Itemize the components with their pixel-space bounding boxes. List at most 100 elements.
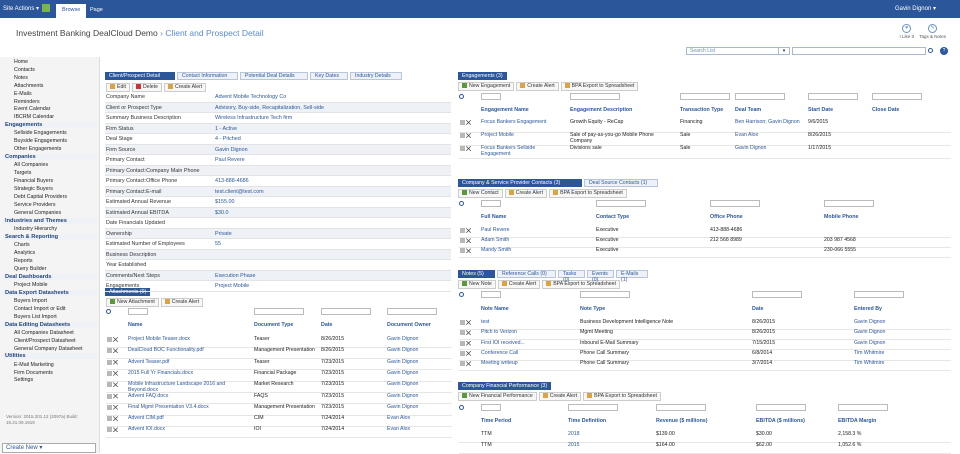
edit-button[interactable]: Edit xyxy=(106,83,130,92)
engagements-export-button[interactable]: BPA Export to Spreadsheet xyxy=(560,82,639,91)
attachments-cell[interactable]: Advent FAQ.docx xyxy=(128,393,250,400)
contacts-cell[interactable]: Adam Smith xyxy=(481,238,592,244)
sidebar-item[interactable]: E-Mail Marketing xyxy=(14,362,54,368)
sidebar-section[interactable]: Deal Dashboards xyxy=(3,273,97,280)
row-actions-icon[interactable] xyxy=(460,228,471,234)
sidebar-item[interactable]: All Companies Datasheet xyxy=(14,330,74,336)
attachments-col-header[interactable]: Document Owner xyxy=(387,322,431,328)
sidebar-item[interactable]: Notes xyxy=(14,75,28,81)
attachments-cell[interactable]: Gavin Dignon xyxy=(387,370,437,377)
field-value[interactable]: $155.00 xyxy=(215,197,235,207)
tab-browse[interactable]: Browse xyxy=(56,4,87,18)
tab-notes-3[interactable]: Events (0) xyxy=(587,270,614,283)
tab-notes-2[interactable]: Tasks (0) xyxy=(558,270,585,283)
financial-export-button[interactable]: BPA Export to Spreadsheet xyxy=(583,392,661,401)
row-actions-icon[interactable] xyxy=(107,382,118,388)
attachments-cell[interactable]: Gavin Dignon xyxy=(387,404,437,411)
engagements-col-header[interactable]: Close Date xyxy=(872,107,899,113)
sidebar-item[interactable]: Analytics xyxy=(14,250,35,256)
filter-input[interactable] xyxy=(656,404,706,411)
engagements-cell[interactable]: Focus Bankers Sellside Engagement xyxy=(481,145,566,157)
notes-cell[interactable]: Gavin Dignon xyxy=(854,330,904,336)
field-value[interactable]: Project Mobile xyxy=(215,281,249,291)
attachments-cell[interactable]: Gavin Dignon xyxy=(387,336,437,343)
sidebar-item[interactable]: Buyside Engagements xyxy=(14,138,67,144)
delete-button[interactable]: Delete xyxy=(131,83,162,92)
search-icon[interactable] xyxy=(928,48,933,53)
attachments-create-alert-button[interactable]: Create Alert xyxy=(160,298,204,307)
engagements-col-header[interactable]: Engagement Name xyxy=(481,107,529,113)
engagements-col-header[interactable]: Engagement Description xyxy=(570,107,632,113)
filter-search-icon[interactable] xyxy=(459,405,464,410)
row-actions-icon[interactable] xyxy=(460,320,471,326)
notes-cell[interactable]: Conference Call xyxy=(481,350,576,357)
create-alert-button[interactable]: Create Alert xyxy=(163,83,207,92)
row-actions-icon[interactable] xyxy=(460,361,471,367)
row-actions-icon[interactable] xyxy=(460,330,471,336)
notes-col-header[interactable]: Note Name xyxy=(481,306,509,312)
new-engagement-button[interactable]: New Engagement xyxy=(458,82,515,91)
attachments-cell[interactable]: Advent IOI.docx xyxy=(128,427,250,433)
sidebar-item[interactable]: Contact Import or Edit xyxy=(14,306,66,312)
notes-cell[interactable]: Gavin Dignon xyxy=(854,340,904,347)
financial-create-alert-button[interactable]: Create Alert xyxy=(538,392,582,401)
tab-company-contacts[interactable]: Company & Service Provider Contacts (3) xyxy=(458,179,582,187)
notes-col-header[interactable]: Date xyxy=(752,306,763,312)
tab-detail-1[interactable]: Contact Information xyxy=(177,72,238,80)
row-actions-icon[interactable] xyxy=(107,427,118,433)
filter-input[interactable] xyxy=(568,404,618,411)
field-value[interactable]: Paul Revere xyxy=(215,155,245,165)
help-icon[interactable]: ? xyxy=(940,47,948,55)
filter-input[interactable] xyxy=(824,200,874,207)
field-value[interactable]: 413-888-4686 xyxy=(215,176,249,186)
field-value[interactable]: Advent Mobile Technology Co xyxy=(215,92,286,102)
filter-input[interactable] xyxy=(710,200,760,207)
sidebar-item[interactable]: General Company Datasheet xyxy=(14,346,83,352)
tab-notes-1[interactable]: Reference Calls (0) xyxy=(497,270,556,278)
tab-detail-0[interactable]: Client/Prospect Detail xyxy=(105,72,175,80)
filter-input[interactable] xyxy=(580,291,630,298)
new-attachment-button[interactable]: New Attachment xyxy=(106,298,159,307)
financial-col-header[interactable]: Time Definition xyxy=(568,418,606,424)
attachments-cell[interactable]: Project Mobile Teaser.docx xyxy=(128,336,250,343)
financial-cell[interactable]: 2015 xyxy=(568,442,652,449)
sidebar-section[interactable]: Utilities xyxy=(3,353,97,360)
notes-cell[interactable]: Gavin Dignon xyxy=(854,319,904,326)
field-value[interactable]: Gavin Dignon xyxy=(215,145,248,155)
financial-col-header[interactable]: EBITDA ($ millions) xyxy=(756,418,805,424)
new-note-button[interactable]: New Note xyxy=(458,280,496,289)
sidebar-item[interactable]: Financial Buyers xyxy=(14,178,53,184)
contacts-col-header[interactable]: Contact Type xyxy=(596,214,629,220)
user-menu[interactable]: Gavin Dignon ▾ xyxy=(895,5,936,12)
row-actions-icon[interactable] xyxy=(460,133,471,139)
filter-input[interactable] xyxy=(808,93,858,100)
engagements-col-header[interactable]: Transaction Type xyxy=(680,107,723,113)
sidebar-item[interactable]: Targets xyxy=(14,170,31,176)
attachments-cell[interactable]: Advent Teaser.pdf xyxy=(128,359,250,366)
tags-notes-button[interactable]: ✎ Tags & Notes xyxy=(919,24,946,39)
filter-input[interactable] xyxy=(872,93,922,100)
filter-input[interactable] xyxy=(321,308,371,315)
new-financial-button[interactable]: New Financial Performance xyxy=(458,392,537,401)
filter-input[interactable] xyxy=(752,291,802,298)
filter-input[interactable] xyxy=(756,404,806,411)
notes-col-header[interactable]: Note Type xyxy=(580,306,605,312)
chevron-down-icon[interactable]: ▾ xyxy=(778,47,790,55)
filter-input[interactable] xyxy=(387,308,437,315)
attachments-cell[interactable]: 2015 Full Yr Financials.docx xyxy=(128,370,250,377)
financial-title[interactable]: Company Financial Performance (3) xyxy=(458,382,552,390)
notes-cell[interactable]: Pitch to Verizon xyxy=(481,330,576,336)
sidebar-item[interactable]: Firm Documents xyxy=(14,370,53,376)
sidebar-item[interactable]: Home xyxy=(14,59,28,65)
field-value[interactable]: Wireless Infrastructure Tech firm xyxy=(215,113,292,123)
filter-input[interactable] xyxy=(735,93,785,100)
sidebar-item[interactable]: Service Providers xyxy=(14,202,56,208)
site-title[interactable]: Investment Banking DealCloud Demo xyxy=(16,28,158,38)
sidebar-item[interactable]: Other Engagements xyxy=(14,146,61,152)
like-it-button[interactable]: ♥ I Like It xyxy=(899,24,914,39)
sidebar-item[interactable]: Project Mobile xyxy=(14,282,48,288)
financial-col-header[interactable]: Revenue ($ millions) xyxy=(656,418,708,424)
financial-cell[interactable]: 2018 xyxy=(568,431,652,438)
field-value[interactable]: Execution Phase xyxy=(215,271,255,281)
filter-input[interactable] xyxy=(854,291,904,298)
